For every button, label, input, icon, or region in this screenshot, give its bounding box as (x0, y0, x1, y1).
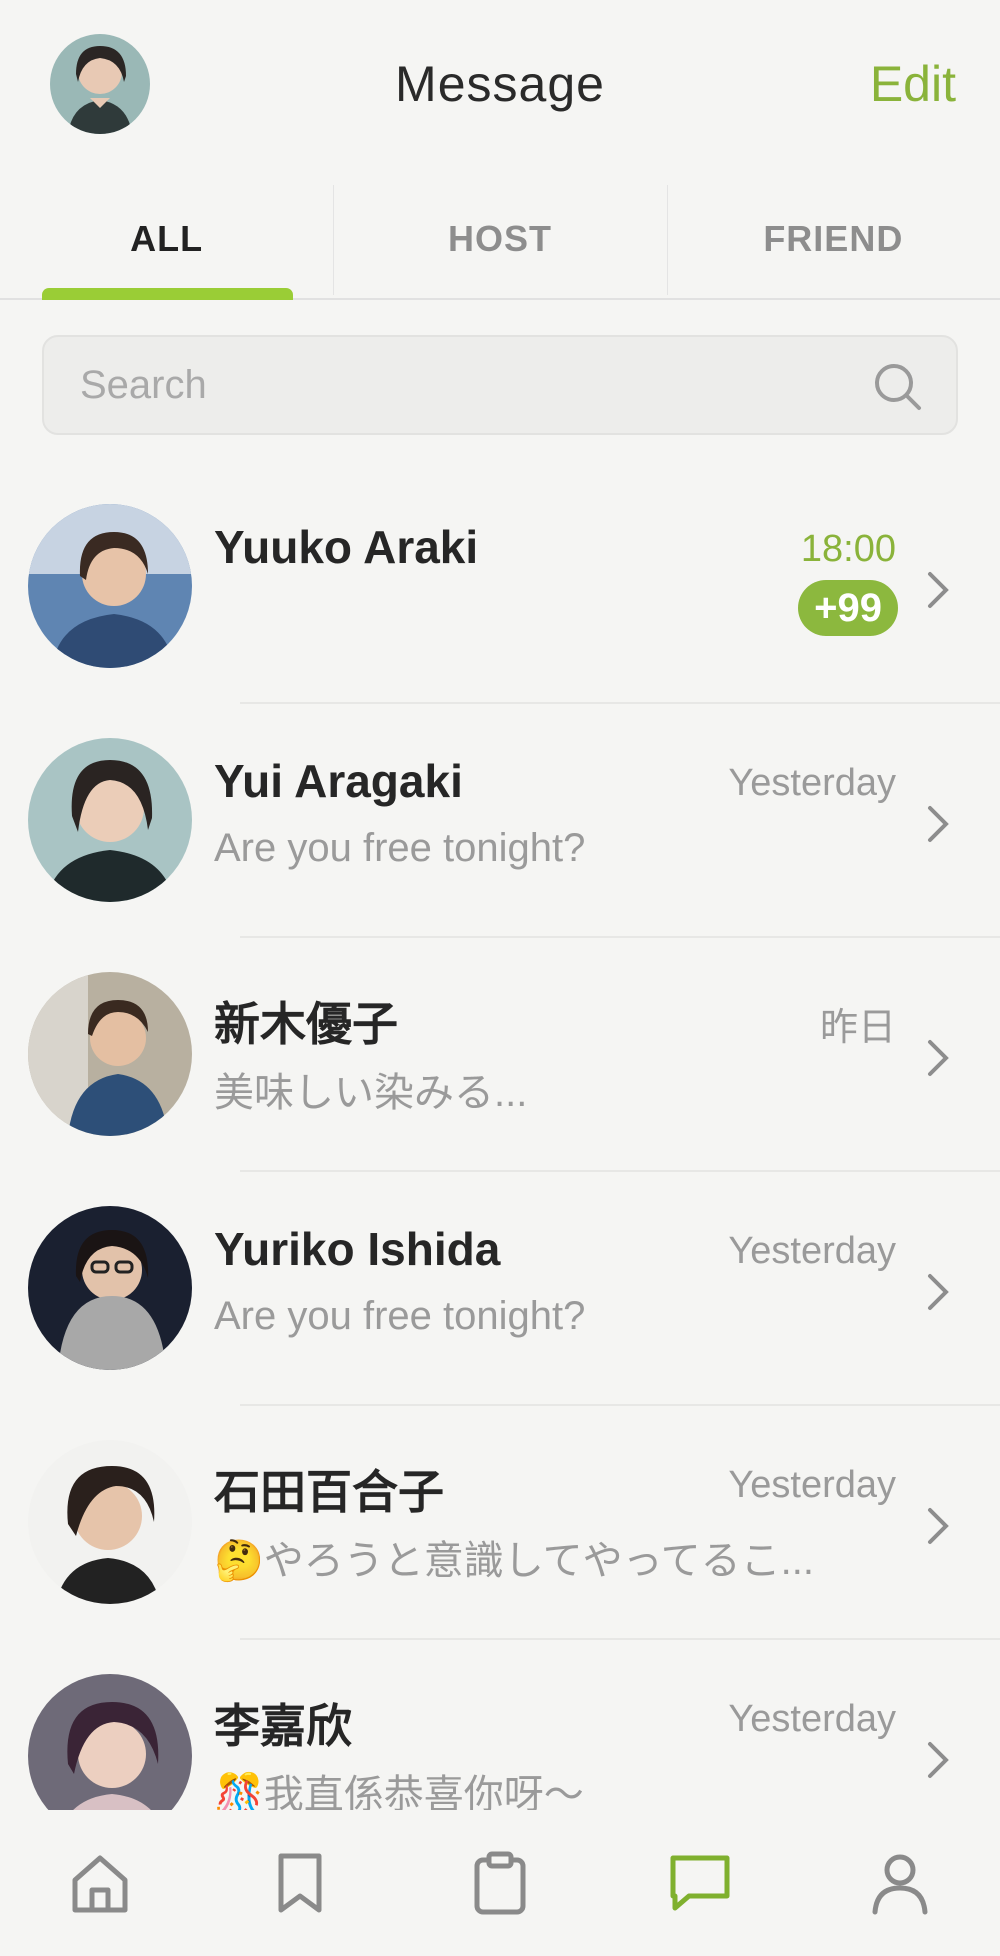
tab-host-label: HOST (447, 218, 552, 259)
message-preview: Are you free tonight? (214, 826, 586, 870)
header: Message Edit (0, 0, 1000, 170)
message-list: Yuuko Araki 18:00 +99 Yui Aragaki Are yo… (0, 470, 1000, 1874)
avatar (28, 504, 192, 668)
avatar (28, 1440, 192, 1604)
edit-button[interactable]: Edit (870, 55, 956, 113)
message-row-araki-yuko-jp[interactable]: 新木優子 美味しい染みる... 昨日 (0, 938, 1000, 1172)
avatar-image (28, 1440, 192, 1604)
avatar-image (28, 504, 192, 668)
chevron-right-icon (928, 1508, 949, 1544)
search-icon[interactable] (870, 359, 924, 413)
message-time: Yesterday (728, 1230, 896, 1272)
profile-icon (872, 1854, 928, 1915)
message-time: Yesterday (728, 1464, 896, 1506)
search-bar (42, 335, 958, 435)
chevron-right-icon (928, 806, 949, 842)
contact-name: 石田百合子 (214, 1466, 444, 1518)
contact-name: Yuuko Araki (214, 521, 479, 573)
message-time: 昨日 (819, 1007, 896, 1049)
tab-friend-label: FRIEND (763, 218, 904, 259)
chevron-right-icon (928, 1274, 949, 1310)
avatar (28, 738, 192, 902)
tab-all[interactable]: ALL (0, 185, 333, 300)
nav-clipboard[interactable] (400, 1810, 600, 1956)
contact-name: 新木優子 (214, 998, 398, 1050)
message-row-ishida-yuriko-jp[interactable]: 石田百合子 🤔やろうと意識してやってるこ... Yesterday (0, 1406, 1000, 1640)
nav-bookmarks[interactable] (200, 1810, 400, 1956)
avatar-image (28, 738, 192, 902)
nav-home[interactable] (0, 1810, 200, 1956)
contact-name: 李嘉欣 (214, 1700, 352, 1752)
bookmark-icon (278, 1853, 322, 1913)
unread-badge: +99 (798, 580, 898, 636)
app: Message Edit ALL HOST FRIEND Search Yuuk… (0, 0, 1000, 1956)
message-row-yuuko-araki[interactable]: Yuuko Araki 18:00 +99 (0, 470, 1000, 704)
tab-host[interactable]: HOST (333, 185, 666, 298)
message-preview: 美味しい染みる... (214, 1071, 528, 1115)
contact-name: Yui Aragaki (214, 755, 463, 807)
tab-bar: ALL HOST FRIEND (0, 185, 1000, 300)
message-preview: Are you free tonight? (214, 1294, 586, 1338)
chat-icon (670, 1855, 730, 1911)
message-time: 18:00 (800, 528, 896, 570)
nav-profile[interactable] (800, 1810, 1000, 1956)
message-row-yuriko-ishida[interactable]: Yuriko Ishida Are you free tonight? Yest… (0, 1172, 1000, 1406)
message-preview: 🤔やろうと意識してやってるこ... (214, 1539, 814, 1583)
chevron-right-icon (928, 1742, 949, 1778)
message-time: Yesterday (728, 1698, 896, 1740)
tab-friend[interactable]: FRIEND (666, 185, 1000, 298)
chevron-right-icon (928, 572, 949, 608)
chevron-right-icon (928, 1040, 949, 1076)
message-time: Yesterday (728, 762, 896, 804)
nav-messages[interactable] (600, 1810, 800, 1956)
page-title: Message (395, 56, 605, 112)
tab-all-label: ALL (130, 218, 204, 259)
active-tab-indicator (42, 288, 294, 300)
home-icon (72, 1855, 128, 1913)
avatar-image (28, 972, 192, 1136)
clipboard-icon (474, 1851, 526, 1915)
bottom-nav (0, 1810, 1000, 1956)
avatar-image (28, 1206, 192, 1370)
message-row-yui-aragaki[interactable]: Yui Aragaki Are you free tonight? Yester… (0, 704, 1000, 938)
search-input[interactable] (80, 337, 860, 433)
contact-name: Yuriko Ishida (214, 1223, 501, 1275)
avatar (28, 972, 192, 1136)
avatar (28, 1206, 192, 1370)
